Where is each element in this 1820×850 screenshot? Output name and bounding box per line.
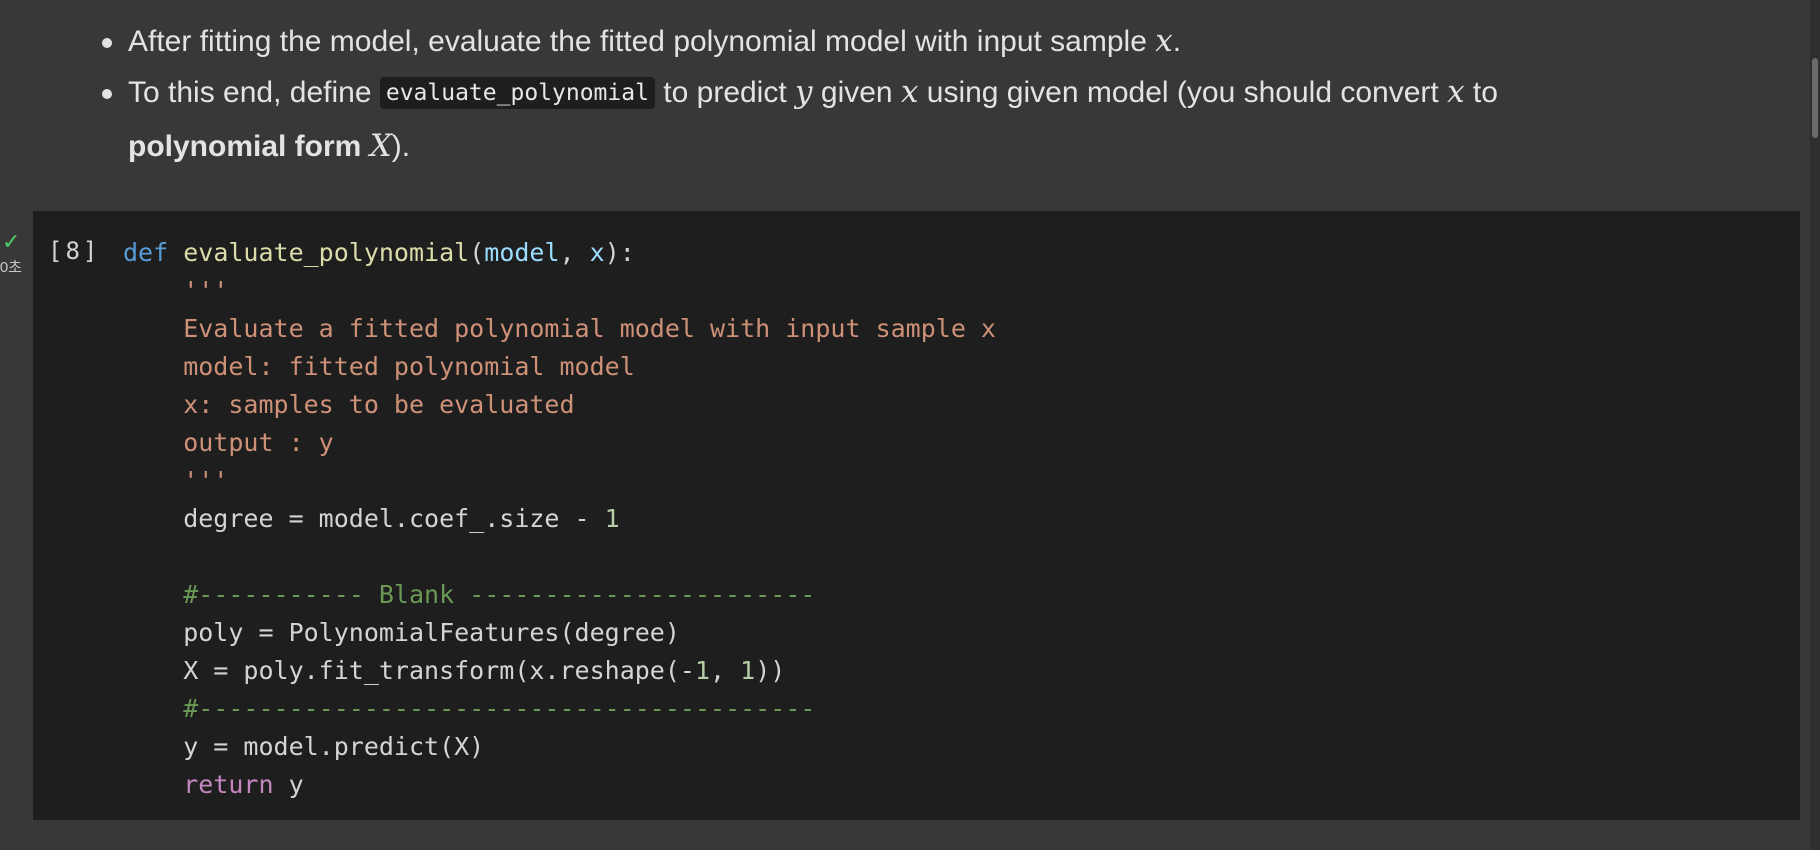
math-x: x [1447, 74, 1465, 110]
code-token: #----------- Blank ---------------------… [123, 580, 816, 609]
bold-text: polynomial form [128, 130, 362, 163]
inline-code-function-name: evaluate_polynomial [379, 77, 655, 109]
code-line: ''' [123, 462, 996, 500]
code-line: ''' [123, 272, 996, 310]
instruction-list: After fitting the model, evaluate the fi… [98, 16, 1698, 172]
check-icon: ✓ [2, 230, 21, 255]
code-line: y = model.predict(X) [123, 728, 996, 766]
code-line: return y [123, 766, 996, 804]
code-line: Evaluate a fitted polynomial model with … [123, 310, 996, 348]
instruction-text: After fitting the model, evaluate the fi… [128, 25, 1156, 58]
code-token: 1 [740, 656, 756, 685]
code-token: , [559, 238, 590, 267]
code-line: def evaluate_polynomial(model, x): [123, 234, 996, 272]
code-token: degree = model.coef_.size - [123, 504, 605, 533]
instruction-text: . [1172, 25, 1182, 58]
code-token: #---------------------------------------… [123, 694, 816, 723]
code-line: poly = PolynomialFeatures(degree) [123, 614, 996, 652]
notebook-page: After fitting the model, evaluate the fi… [0, 0, 1820, 850]
math-x: x [900, 74, 919, 110]
execution-count[interactable]: [8] [48, 236, 100, 266]
instruction-text: given [812, 76, 901, 109]
code-token: def [123, 238, 169, 267]
code-line: x: samples to be evaluated [123, 386, 996, 424]
code-token: Evaluate a fitted polynomial model with … [123, 314, 996, 343]
code-editor[interactable]: def evaluate_polynomial(model, x): ''' E… [123, 234, 996, 804]
code-token: y = model.predict(X) [123, 732, 485, 761]
code-token: x: samples to be evaluated [123, 390, 575, 419]
instruction-text: To this end, define [128, 76, 380, 109]
markdown-cell[interactable]: After fitting the model, evaluate the fi… [0, 0, 1800, 200]
code-token: ''' [123, 466, 229, 495]
instruction-text: to predict [654, 76, 796, 109]
code-token: model [484, 238, 560, 267]
code-line: #---------------------------------------… [123, 690, 996, 728]
code-token: 1 [604, 504, 620, 533]
code-token: output : y [123, 428, 334, 457]
execution-time: 0초 [0, 260, 22, 275]
code-token: y [273, 770, 304, 799]
code-token: , [710, 656, 741, 685]
code-line: #----------- Blank ---------------------… [123, 576, 996, 614]
code-token: ''' [123, 276, 229, 305]
code-token: return [183, 770, 274, 799]
code-token: poly = PolynomialFeatures(degree) [123, 618, 680, 647]
math-X: X [369, 128, 392, 164]
code-token: 1 [694, 656, 711, 685]
code-token: )) [755, 656, 786, 685]
code-line: degree = model.coef_.size - 1 [123, 500, 996, 538]
code-token: ( [469, 238, 485, 267]
code-token: model: fitted polynomial model [123, 352, 635, 381]
instruction-item-define: To this end, define evaluate_polynomial … [98, 67, 1698, 172]
math-x: x [1155, 23, 1173, 59]
code-line: model: fitted polynomial model [123, 348, 996, 386]
instruction-text: to [1464, 76, 1498, 109]
code-line: X = poly.fit_transform(x.reshape(-1, 1)) [123, 652, 996, 690]
scrollbar-thumb[interactable] [1812, 58, 1818, 138]
code-token: X = poly.fit_transform(x.reshape(- [123, 656, 695, 685]
math-y: y [795, 74, 813, 110]
instruction-text: ). [391, 130, 411, 163]
code-token: x [589, 238, 605, 267]
code-token: ): [604, 238, 635, 267]
instruction-text: using given model (you should convert [918, 76, 1448, 109]
code-token: evaluate_polynomial [183, 238, 470, 267]
code-line: output : y [123, 424, 996, 462]
instruction-item-evaluate: After fitting the model, evaluate the fi… [98, 16, 1698, 67]
